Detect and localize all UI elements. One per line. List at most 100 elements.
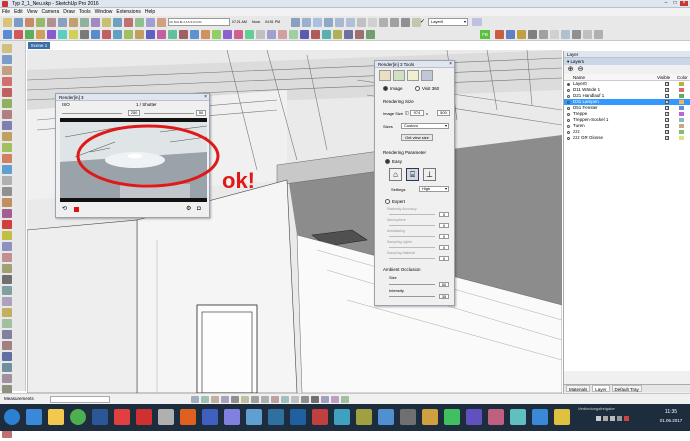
- arc3-icon[interactable]: [2, 187, 12, 196]
- zoom-extents-icon[interactable]: [2, 374, 12, 383]
- move-tool-icon[interactable]: [2, 198, 12, 207]
- scale-tool-icon[interactable]: [2, 242, 12, 251]
- layer-active-radio[interactable]: [567, 112, 570, 116]
- camera-icon[interactable]: [528, 30, 537, 39]
- plugin-icon-10[interactable]: [102, 30, 111, 39]
- hidden-line-icon[interactable]: [379, 18, 388, 27]
- plugin-icon-2[interactable]: [14, 30, 23, 39]
- tab-default-tray[interactable]: Default Tray: [611, 385, 642, 392]
- close-button[interactable]: ×: [680, 1, 688, 6]
- zoom-icon[interactable]: [2, 352, 12, 361]
- status-icon-9[interactable]: [271, 396, 279, 403]
- status-icon-7[interactable]: [251, 396, 259, 403]
- layer-visible-checkbox[interactable]: ✓: [665, 93, 669, 98]
- layer-manager-icon[interactable]: [472, 18, 482, 26]
- plugin-icon-28[interactable]: [300, 30, 309, 39]
- rect-tool-icon[interactable]: [2, 110, 12, 119]
- sphere-icon[interactable]: [421, 70, 433, 81]
- width-lock-icon[interactable]: ◫: [405, 110, 409, 115]
- offset-tool-icon[interactable]: [2, 253, 12, 262]
- ao-size-slider[interactable]: [389, 284, 435, 285]
- layer-visible-checkbox[interactable]: ✓: [665, 123, 669, 128]
- layer-visible-checkbox[interactable]: ✓: [665, 111, 669, 116]
- image-width-input[interactable]: 974: [410, 110, 424, 116]
- plugin-icon-31[interactable]: [333, 30, 342, 39]
- followme-icon[interactable]: [2, 231, 12, 240]
- plugin-icon-30[interactable]: [322, 30, 331, 39]
- tray-app-icon[interactable]: [624, 416, 629, 421]
- plugin-icon-32[interactable]: [344, 30, 353, 39]
- app-icon-21[interactable]: [466, 409, 482, 425]
- start-icon[interactable]: [4, 409, 20, 425]
- iso-slider[interactable]: [62, 113, 122, 114]
- shutter-slider[interactable]: [144, 113, 194, 114]
- bulb-icon[interactable]: [407, 70, 419, 81]
- menu-view[interactable]: View: [27, 8, 42, 16]
- menu-file[interactable]: File: [2, 8, 14, 16]
- plugin-icon-34[interactable]: [366, 30, 375, 39]
- plugin-icon-26[interactable]: [278, 30, 287, 39]
- menu-edit[interactable]: Edit: [14, 8, 27, 16]
- pushpull-tool-icon[interactable]: [2, 209, 12, 218]
- plugin-icon-19[interactable]: [201, 30, 210, 39]
- rotate-icon[interactable]: [91, 18, 100, 27]
- ao-size-value[interactable]: 50: [439, 282, 449, 287]
- tape-tool-icon[interactable]: [2, 264, 12, 273]
- save-image-icon[interactable]: ◘: [197, 206, 207, 213]
- plugin-icon-6[interactable]: [58, 30, 67, 39]
- status-icon-13[interactable]: [311, 396, 319, 403]
- expert-radio[interactable]: [385, 199, 390, 204]
- add-layer-icon[interactable]: ⊕: [567, 66, 574, 73]
- arc-tool-icon[interactable]: [2, 154, 12, 163]
- plugin-icon-17[interactable]: [179, 30, 188, 39]
- plugin-icon-14[interactable]: [146, 30, 155, 39]
- tray-flag-icon[interactable]: [610, 416, 615, 421]
- app-icon-17[interactable]: [378, 409, 394, 425]
- protractor-icon[interactable]: [2, 286, 12, 295]
- atmosphere-slider[interactable]: [389, 225, 435, 226]
- status-icon-10[interactable]: [281, 396, 289, 403]
- layer-color-swatch[interactable]: [679, 112, 684, 116]
- layers-section-header[interactable]: ▾ Layers: [564, 58, 690, 65]
- iso-view-icon[interactable]: [291, 18, 300, 27]
- status-icon-8[interactable]: [261, 396, 269, 403]
- clock-date[interactable]: 01.06.2017: [653, 418, 689, 423]
- col-name[interactable]: Name: [573, 74, 585, 81]
- app-icon-8[interactable]: [180, 409, 196, 425]
- left-view-icon[interactable]: [346, 18, 355, 27]
- export-icon[interactable]: [572, 30, 581, 39]
- pan-icon[interactable]: [2, 341, 12, 350]
- layer-visible-checkbox[interactable]: ✓: [665, 99, 669, 104]
- status-icon-11[interactable]: [291, 396, 299, 403]
- axes-tool-icon[interactable]: [2, 308, 12, 317]
- plugin-icon-12[interactable]: [124, 30, 133, 39]
- light-icon[interactable]: [550, 30, 559, 39]
- preview-close-icon[interactable]: ×: [204, 94, 207, 100]
- shutter-value[interactable]: 50: [196, 110, 206, 116]
- plugin-icon-18[interactable]: [190, 30, 199, 39]
- plugin-icon-4[interactable]: [36, 30, 45, 39]
- render-icon[interactable]: [495, 30, 504, 39]
- menu-draw[interactable]: Draw: [63, 8, 79, 16]
- exterior-preset-icon[interactable]: ⌂: [389, 168, 402, 181]
- app-icon-14[interactable]: [312, 409, 328, 425]
- rotated-rect-icon[interactable]: [2, 121, 12, 130]
- arc2-icon[interactable]: [2, 165, 12, 174]
- layer-active-radio[interactable]: [567, 100, 570, 104]
- text-icon[interactable]: [135, 18, 144, 27]
- options-icon[interactable]: ⚙: [186, 206, 194, 213]
- interior-preset-icon[interactable]: ⌸: [406, 168, 419, 181]
- settings-icon[interactable]: [583, 30, 592, 39]
- layer-active-radio[interactable]: [567, 136, 570, 140]
- app-icon-7[interactable]: [158, 409, 174, 425]
- layer-active-radio[interactable]: [567, 106, 570, 110]
- line-icon[interactable]: [36, 18, 45, 27]
- plugin-icon-15[interactable]: [157, 30, 166, 39]
- circle-icon[interactable]: [2, 132, 12, 141]
- layer-active-radio[interactable]: [567, 130, 570, 134]
- layer-visible-checkbox[interactable]: ✓: [665, 81, 669, 86]
- antialiasing-value[interactable]: 0: [439, 234, 449, 239]
- tab-materials[interactable]: Materials: [566, 385, 591, 392]
- plugin-icon-8[interactable]: [80, 30, 89, 39]
- back-view-icon[interactable]: [335, 18, 344, 27]
